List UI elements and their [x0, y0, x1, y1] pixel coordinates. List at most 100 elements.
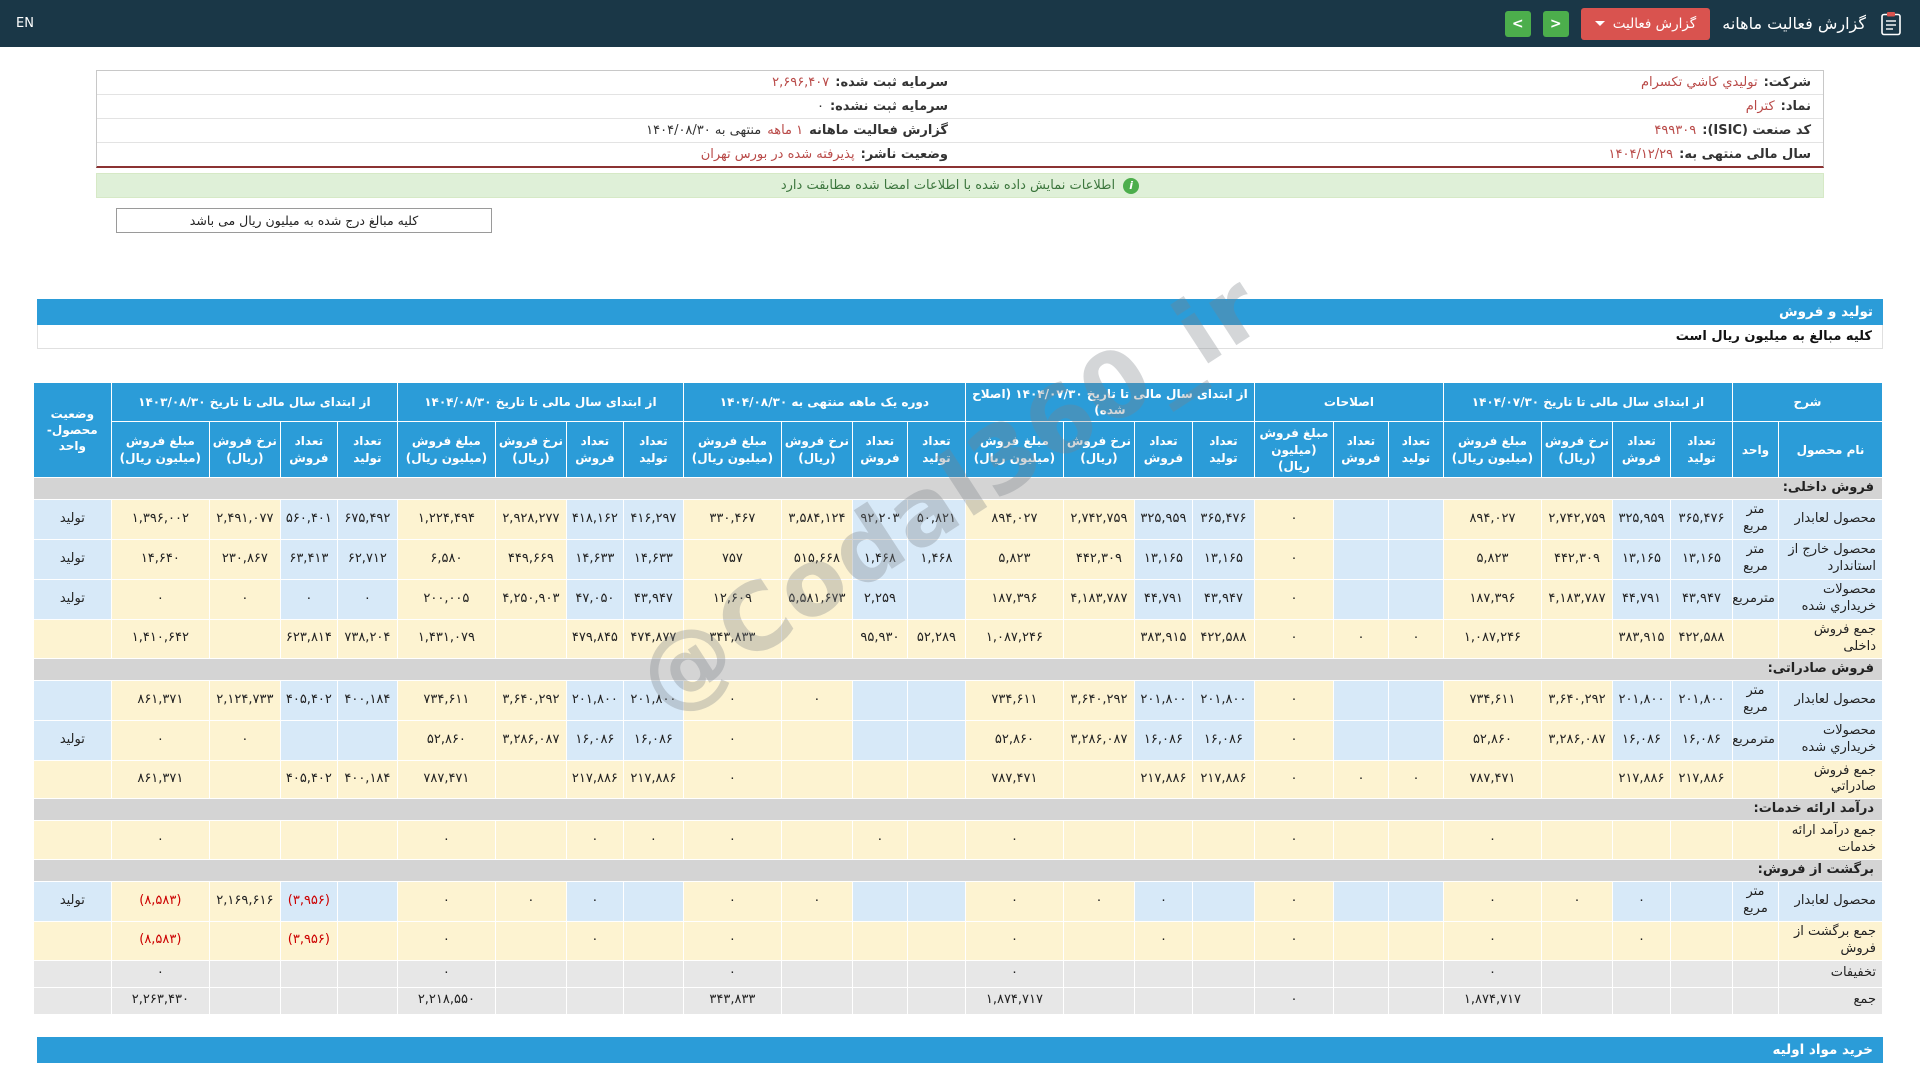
- table-cell: ۷۸۷,۴۷۱: [964, 759, 1064, 800]
- table-cell: ۰: [1442, 880, 1542, 922]
- table-cell: ۳۳۰,۴۶۷: [682, 498, 782, 540]
- signature-match-notice: i اطلاعات نمایش داده شده با اطلاعات امضا…: [96, 173, 1824, 198]
- table-cell: ۱۶,۰۸۶: [1669, 719, 1733, 761]
- table-cell: [494, 618, 567, 659]
- table-cell: ۱,۳۹۶,۰۰۲: [110, 498, 210, 540]
- language-toggle[interactable]: EN: [16, 16, 34, 31]
- column-header: شرح: [1731, 381, 1884, 423]
- chevron-right-icon: >: [1511, 15, 1524, 32]
- table-cell: ۰: [622, 820, 684, 860]
- table-cell: (۳,۹۵۶): [279, 880, 338, 922]
- row-label: محصولات خریداري شده: [1778, 719, 1883, 761]
- table-cell: ۴۳,۹۴۷: [622, 578, 684, 620]
- production-table-wrap: شرح از ابتدای سال مالی تا تاریخ ۱۴۰۴/۰۷/۳…: [32, 381, 1884, 1015]
- unit-cell: متر مربع: [1731, 679, 1780, 721]
- table-cell: ۱۴,۶۳۳: [622, 538, 684, 580]
- report-type-dropdown[interactable]: گزارش فعالیت: [1580, 7, 1711, 40]
- table-cell: [906, 820, 966, 860]
- table-cell: ۳۶۵,۴۷۶: [1191, 498, 1255, 540]
- table-cell: [1332, 578, 1389, 620]
- company-info-panel: شرکت: تولیدي کاشي تکسرام سرمایه ثبت شده:…: [96, 70, 1824, 168]
- info-row: شرکت: تولیدي کاشي تکسرام سرمایه ثبت شده:…: [97, 71, 1823, 95]
- table-cell: ۰: [1253, 719, 1334, 761]
- table-cell: ۲,۲۱۸,۵۵۰: [396, 986, 496, 1015]
- table-cell: [336, 959, 398, 988]
- table-cell: [906, 719, 966, 761]
- table-cell: [780, 986, 853, 1015]
- table-cell: ۱۶,۰۸۶: [1133, 719, 1193, 761]
- table-cell: ۸۶۱,۳۷۱: [110, 679, 210, 721]
- isic-value: ۴۹۹۳۰۹: [1654, 123, 1697, 138]
- table-cell: [1332, 880, 1389, 922]
- table-cell: ۴۴,۷۹۱: [1133, 578, 1193, 620]
- company-link[interactable]: تولیدي کاشي تکسرام: [1641, 75, 1758, 90]
- table-cell: [1332, 820, 1389, 860]
- table-cell: ۰: [1253, 679, 1334, 721]
- unregistered-capital-label: سرمایه ثبت نشده:: [829, 99, 948, 114]
- table-cell: ۱,۰۸۷,۲۴۶: [964, 618, 1064, 659]
- table-cell: ۰: [1062, 880, 1135, 922]
- table-cell: ۳,۲۸۶,۰۸۷: [1062, 719, 1135, 761]
- table-cell: [1387, 679, 1444, 721]
- currency-note-text: کلیه مبالغ به میلیون ریال است: [1675, 329, 1872, 344]
- unit-cell: [1731, 986, 1780, 1015]
- column-header: تعداد تولید: [906, 421, 966, 478]
- issuer-status-label: وضعیت ناشر:: [860, 147, 948, 162]
- table-cell: ۱,۴۶۸: [906, 538, 966, 580]
- row-label: جمع برگشت از فروش: [1778, 920, 1883, 961]
- column-header: مبلغ فروش (میلیون ریال): [964, 421, 1064, 478]
- table-cell: ۲۱۷,۸۸۶: [1611, 759, 1671, 800]
- table-cell: [780, 820, 853, 860]
- summary-row: جمع فروش داخلی ۴۲۲,۵۸۸ ۳۸۳,۹۱۵ ۱,۰۸۷,۲۴۶ ۰ ۰ ۰…: [32, 618, 1883, 659]
- table-cell: ۰: [682, 920, 782, 961]
- next-report-button[interactable]: <: [1542, 10, 1569, 37]
- currency-note-row: کلیه مبالغ به میلیون ریال است: [37, 325, 1883, 349]
- table-cell: ۰: [964, 880, 1064, 922]
- table-cell: [1387, 719, 1444, 761]
- table-cell: ۰: [1253, 986, 1334, 1015]
- column-header: تعداد فروش: [1332, 421, 1389, 478]
- column-header: مبلغ فروش (میلیون ریال): [1253, 421, 1334, 478]
- table-cell: ۰: [682, 679, 782, 721]
- table-cell: [851, 679, 908, 721]
- symbol-link[interactable]: کترام: [1746, 99, 1775, 114]
- table-cell: ۰: [279, 578, 338, 620]
- table-cell: [1332, 538, 1389, 580]
- table-cell: ۲۰۱,۸۰۰: [1669, 679, 1733, 721]
- table-cell: ۳۶۵,۴۷۶: [1669, 498, 1733, 540]
- table-cell: ۳,۶۴۰,۲۹۲: [1540, 679, 1613, 721]
- table-cell: [1062, 920, 1135, 961]
- table-cell: ۰: [1253, 618, 1334, 659]
- table-cell: [1387, 920, 1444, 961]
- table-cell: [1387, 498, 1444, 540]
- table-cell: ۲۱۷,۸۸۶: [1669, 759, 1733, 800]
- table-cell: ۲,۷۴۲,۷۵۹: [1062, 498, 1135, 540]
- section-cell: فروش داخلی:: [32, 476, 1884, 500]
- table-cell: [1540, 759, 1613, 800]
- table-cell: ۰: [396, 880, 496, 922]
- table-cell: ۴,۲۵۰,۹۰۳: [494, 578, 567, 620]
- column-header: تعداد فروش: [851, 421, 908, 478]
- report-period-field: گزارش فعالیت ماهانه ۱ ماهه منتهی به ۱۴۰۴…: [97, 119, 960, 142]
- table-cell: ۹۲,۲۰۳: [851, 498, 908, 540]
- table-cell: ۰: [396, 820, 496, 860]
- table-cell: ۱۳,۱۶۵: [1191, 538, 1255, 580]
- table-cell: [906, 959, 966, 988]
- table-cell: ۰: [1540, 880, 1613, 922]
- summary-row: تخفیفات ۰ ۰ ۰ ۰ ۰: [32, 959, 1883, 988]
- table-cell: [565, 986, 624, 1015]
- table-cell: ۰: [110, 959, 210, 988]
- section-label: فروش صادراتی:: [1767, 660, 1874, 676]
- table-cell: [1611, 820, 1671, 860]
- table-cell: ۴۲۲,۵۸۸: [1191, 618, 1255, 659]
- table-cell: ۲۰۱,۸۰۰: [1133, 679, 1193, 721]
- status-cell: [32, 820, 112, 860]
- prev-report-button[interactable]: >: [1504, 10, 1531, 37]
- table-cell: ۰: [565, 920, 624, 961]
- table-cell: ۲۱۷,۸۸۶: [622, 759, 684, 800]
- table-cell: ۳,۵۸۴,۱۲۴: [780, 498, 853, 540]
- table-cell: ۱,۴۶۸: [851, 538, 908, 580]
- table-cell: ۴۰۰,۱۸۴: [336, 759, 398, 800]
- status-cell: [32, 618, 112, 659]
- status-cell: [32, 679, 112, 721]
